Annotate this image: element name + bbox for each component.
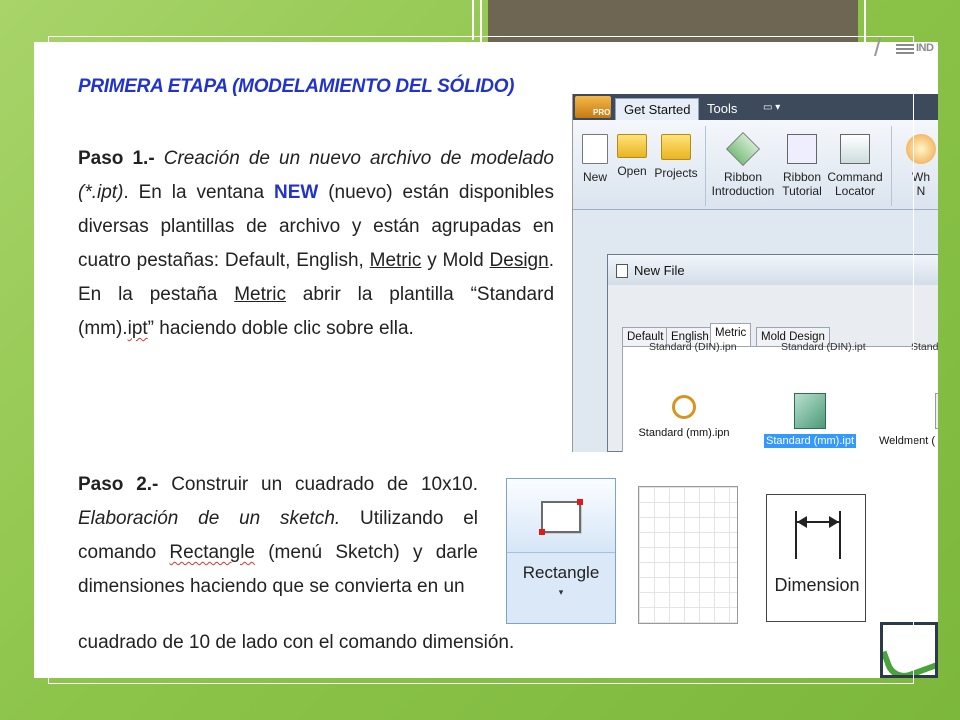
- template-item-cut[interactable]: Standard (DIN).ipt: [781, 341, 866, 353]
- ribbon-intro-icon: [726, 132, 760, 166]
- paso-1-label: Paso 1.-: [78, 148, 155, 169]
- document-icon: [616, 264, 628, 278]
- app-button[interactable]: PRO: [575, 96, 611, 118]
- text: Construir un cuadrado de 10x10.: [158, 474, 478, 495]
- metric-word: Metric: [369, 250, 422, 271]
- paso-2-last-line: cuadrado de 10 de lado con el comando di…: [78, 632, 515, 653]
- new-file-dialog: New File Default English Metric Mold Des…: [607, 254, 938, 452]
- dimension-icon: [839, 511, 841, 559]
- template-item-cut[interactable]: Standa: [911, 341, 938, 353]
- label: Tutorial: [782, 184, 822, 198]
- new-file-icon: [582, 134, 608, 164]
- ribbon-tutorial-icon: [787, 134, 817, 164]
- metric-word-2: Metric: [234, 284, 286, 305]
- label: Wh: [912, 170, 930, 184]
- template-label-selected: Standard (mm).ipt: [763, 434, 857, 448]
- rectangle-icon: [539, 499, 583, 535]
- label: Ribbon: [782, 170, 822, 184]
- new-button[interactable]: New: [575, 120, 615, 184]
- command-locator-icon: [840, 134, 870, 164]
- check-icon: [883, 635, 935, 675]
- dimension-command-button[interactable]: Dimension: [766, 494, 866, 622]
- template-weldment[interactable]: Weldment (: [879, 393, 938, 447]
- label: Locator: [834, 184, 876, 198]
- ribbon-separator: [705, 126, 706, 206]
- dialog-title: New File: [634, 263, 685, 278]
- top-dark-block: [488, 0, 858, 44]
- text: pestaña: [149, 284, 218, 305]
- dropdown-arrow-icon[interactable]: ▾: [507, 587, 615, 598]
- paso-2-italic: Elaboración de un sketch.: [78, 508, 341, 529]
- text: : Default, English,: [213, 250, 370, 271]
- projects-label: Projects: [654, 166, 698, 180]
- corner-point-icon: [539, 529, 545, 535]
- template-label: Standard (mm).ipn: [638, 427, 730, 439]
- page-title: PRIMERA ETAPA (MODELAMIENTO DEL SÓLIDO): [78, 76, 515, 97]
- rectangle-label: Rectangle: [522, 563, 600, 582]
- template-standard-mm-ipn[interactable]: Standard (mm).ipn: [629, 393, 739, 439]
- presentation-icon: [672, 395, 696, 419]
- template-label: Weldment (: [879, 435, 936, 447]
- ribbon-separator: [891, 126, 892, 206]
- dimension-label: Dimension: [774, 575, 860, 595]
- text: pestañas: [136, 250, 214, 271]
- decor-line: [472, 0, 474, 40]
- corner-thumbnail: [880, 622, 938, 678]
- rectangle-button-top: [507, 479, 615, 553]
- open-button[interactable]: Open: [613, 120, 651, 178]
- tab-get-started[interactable]: Get Started: [615, 98, 700, 120]
- logo-text: IND: [916, 42, 934, 54]
- dimension-arrow-icon: [797, 516, 807, 528]
- ribbon-tab-bar: PRO Get Started Tools ▭ ▾: [573, 94, 938, 120]
- weldment-icon: [935, 393, 938, 429]
- label: Ribbon: [723, 170, 763, 184]
- ribbon-tutorial-button[interactable]: Ribbon Tutorial: [779, 120, 825, 198]
- panel-toggle-icon[interactable]: ▭ ▾: [763, 102, 793, 114]
- template-item-cut[interactable]: Standard (DIN).ipn: [649, 341, 737, 353]
- inventor-screenshot: PRO Get Started Tools ▭ ▾ New Open Proje…: [572, 94, 938, 452]
- new-keyword: NEW: [273, 182, 319, 203]
- text: ” haciendo doble clic sobre ella.: [147, 318, 414, 339]
- ipt-word: ipt: [127, 318, 148, 339]
- logo: / IND: [874, 32, 940, 66]
- corner-point-icon: [577, 499, 583, 505]
- label: N: [916, 184, 926, 198]
- open-folder-icon: [617, 134, 647, 158]
- template-list: Standard (DIN).ipn Standard (DIN).ipt St…: [622, 341, 938, 452]
- paso-1-paragraph: Paso 1.- Creación de un nuevo archivo de…: [78, 142, 554, 346]
- ribbon-introduction-button[interactable]: Ribbon Introduction: [707, 120, 779, 198]
- paso-2-paragraph: Paso 2.- Construir un cuadrado de 10x10.…: [78, 468, 478, 604]
- ribbon-panel: New Open Projects Ribbon Introduction Ri…: [573, 120, 938, 210]
- dimension-arrow-icon: [829, 516, 839, 528]
- design-word: Design: [489, 250, 549, 271]
- command-locator-button[interactable]: Command Locator: [825, 120, 885, 198]
- text: [217, 284, 234, 305]
- label: Introduction: [711, 184, 775, 198]
- open-label: Open: [617, 164, 647, 178]
- projects-button[interactable]: Projects: [651, 120, 701, 180]
- slide-page: PRIMERA ETAPA (MODELAMIENTO DEL SÓLIDO) …: [34, 42, 938, 678]
- template-standard-mm-ipt[interactable]: Standard (mm).ipt: [755, 393, 865, 448]
- logo-bars-icon: [896, 44, 914, 54]
- part-cube-icon: [794, 393, 826, 429]
- tab-tools[interactable]: Tools: [699, 98, 745, 120]
- whats-new-button[interactable]: Wh N: [903, 120, 938, 198]
- paso-2-label: Paso 2.-: [78, 474, 159, 495]
- rectangle-command-button[interactable]: Rectangle ▾: [506, 478, 616, 624]
- label: Command: [827, 170, 883, 184]
- text: y Mold: [421, 250, 490, 271]
- dialog-title-bar: New File: [608, 255, 938, 285]
- sketch-grid: [638, 486, 738, 624]
- text: . En la ventana: [123, 182, 274, 203]
- logo-slash: /: [874, 32, 882, 62]
- new-label: New: [582, 170, 607, 184]
- whats-new-icon: [906, 134, 936, 164]
- rectangle-word: Rectangle: [169, 542, 255, 563]
- projects-icon: [661, 134, 691, 160]
